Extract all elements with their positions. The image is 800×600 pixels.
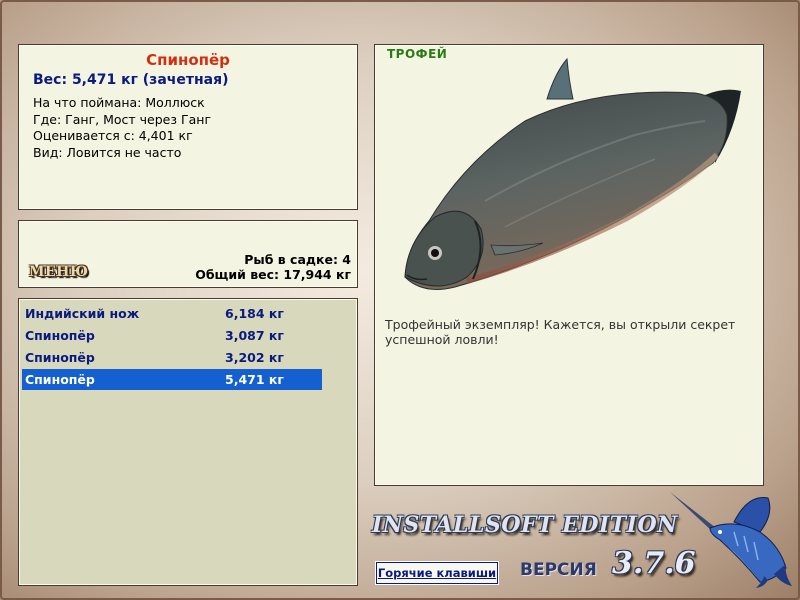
menu-button[interactable]: МЕНЮ [29,264,88,280]
fish-count: Рыб в садке: 4 [244,252,351,267]
list-item[interactable]: Спинопёр 3,202 кг [22,347,322,368]
fish-weight: Вес: 5,471 кг (зачетная) [33,72,229,88]
rarity-line: Вид: Ловится не часто [33,144,182,160]
fish-info-panel: Спинопёр Вес: 5,471 кг (зачетная) На что… [18,44,358,210]
keepnet-status-panel: МЕНЮ Рыб в садке: 4 Общий вес: 17,944 кг [18,220,358,288]
catfish-image [404,57,741,290]
trophy-panel: ТРОФЕЙ Трофейный экземпляр! Кажется, вы … [374,44,764,486]
catch-name: Спинопёр [25,328,95,343]
list-item[interactable]: Индийский нож 6,184 кг [22,303,322,324]
bait-line: На что поймана: Моллюск [33,95,205,110]
hotkeys-button[interactable]: Горячие клавиши [375,561,499,585]
catch-name: Спинопёр [25,372,95,387]
catch-name: Спинопёр [25,350,95,365]
catch-name: Индийский нож [25,306,140,321]
fish-details: На что поймана: Моллюск Где: Ганг, Мост … [33,95,211,161]
trophy-description: Трофейный экземпляр! Кажется, вы открыли… [385,317,736,347]
location-line: Где: Ганг, Мост через Ганг [33,111,212,127]
marlin-icon [670,492,792,588]
fish-name: Спинопёр [146,51,230,69]
keepnet-counts: Рыб в садке: 4 Общий вес: 17,944 кг [195,252,351,282]
version-label: ВЕРСИЯ [520,560,597,580]
total-weight: Общий вес: 17,944 кг [195,267,351,282]
catch-weight: 3,202 кг [225,350,284,365]
list-item[interactable]: Спинопёр 3,087 кг [22,325,322,346]
edition-logo: INSTALLSOFT EDITION [372,512,678,538]
rated-line: Оценивается с: 4,401 кг [33,128,193,143]
list-item-selected[interactable]: Спинопёр 5,471 кг [22,369,322,390]
catch-weight: 6,184 кг [225,306,284,321]
catch-list: Индийский нож 6,184 кг Спинопёр 3,087 кг… [18,298,358,586]
catch-weight: 5,471 кг [225,372,284,387]
catch-weight: 3,087 кг [225,328,284,343]
